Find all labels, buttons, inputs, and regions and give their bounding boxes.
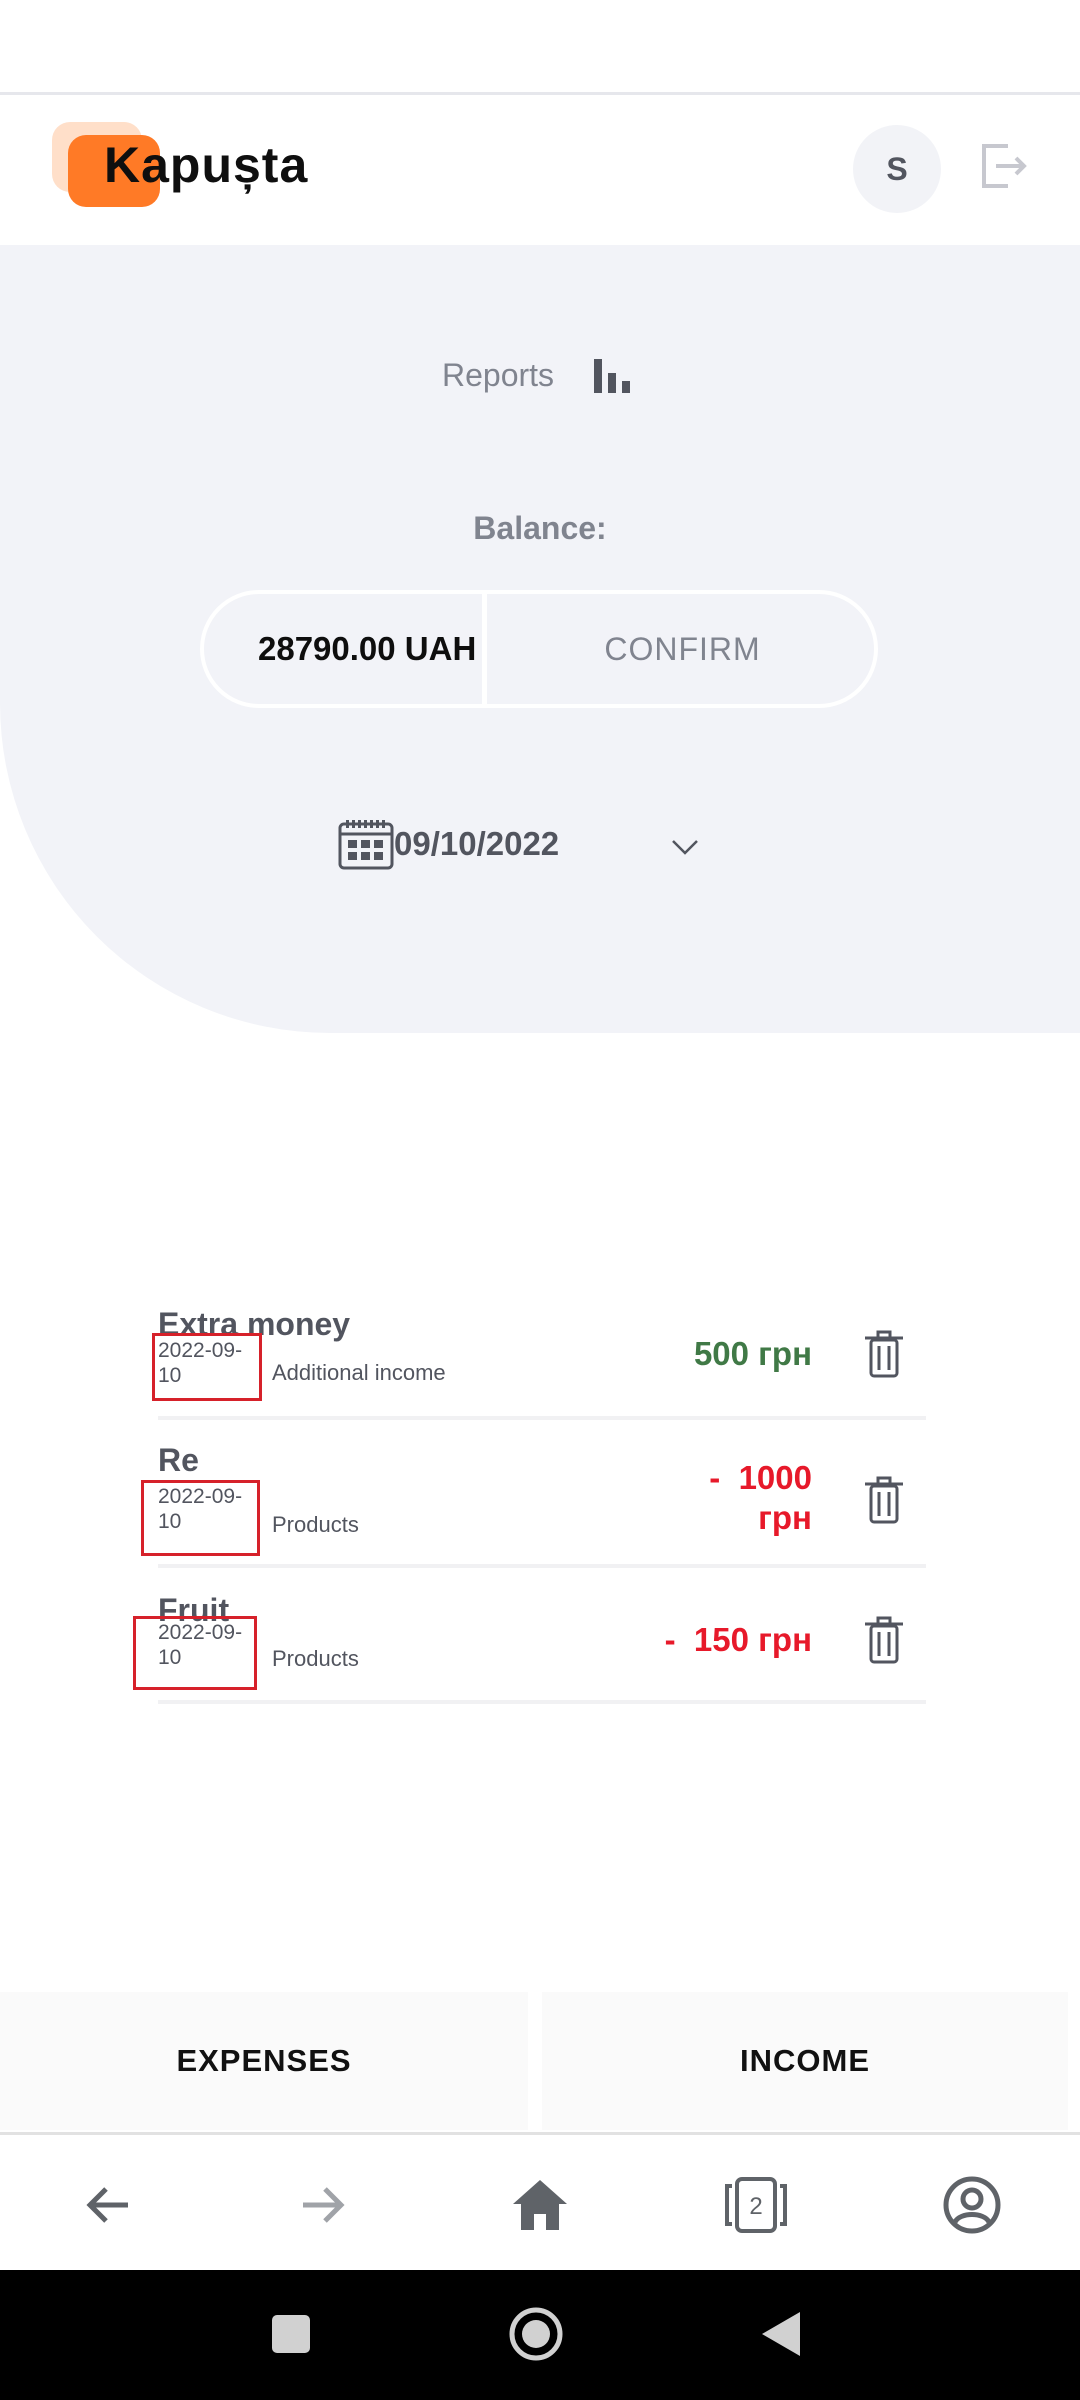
chevron-down-icon[interactable] — [669, 836, 701, 858]
tab-count: 2 — [749, 2193, 762, 2220]
calendar-icon — [338, 820, 394, 870]
transaction-amount: 500 грн — [693, 1335, 812, 1372]
tabs-icon[interactable]: 2 — [721, 2170, 791, 2240]
date-value: 09/10/2022 — [394, 825, 560, 862]
transaction-row: Re 2022-09- 10 Products - 1000 грн — [158, 1436, 926, 1570]
transaction-category: Products — [272, 1646, 359, 1671]
status-bar-area — [0, 0, 1080, 95]
home-circle-icon[interactable] — [508, 2306, 564, 2362]
back-triangle-icon[interactable] — [760, 2310, 802, 2358]
transaction-row: Extra money 2022-09- 10 Additional income… — [158, 1300, 926, 1420]
transaction-amount: - 1000 грн — [709, 1459, 812, 1536]
transaction-row: Fruit 2022-09- 10 Products - 150 грн — [158, 1588, 926, 1708]
balance-input[interactable]: 28790.00 UAH — [200, 590, 482, 708]
trash-icon[interactable] — [862, 1614, 906, 1666]
highlight-box — [152, 1333, 262, 1401]
reports-link[interactable]: Reports — [442, 355, 632, 395]
home-icon[interactable] — [505, 2170, 575, 2240]
trash-icon[interactable] — [862, 1474, 906, 1526]
back-icon[interactable] — [73, 2170, 143, 2240]
transaction-amount: - 150 грн — [664, 1621, 812, 1658]
logo[interactable]: Kapușta — [104, 136, 308, 194]
tab-income[interactable]: INCOME — [542, 1992, 1068, 2130]
transaction-category: Additional income — [272, 1360, 446, 1385]
forward-icon[interactable] — [288, 2170, 358, 2240]
tab-expenses[interactable]: EXPENSES — [0, 1992, 528, 2130]
confirm-button[interactable]: CONFIRM — [487, 590, 878, 708]
recents-icon[interactable] — [270, 2313, 312, 2355]
tabs-border — [0, 2132, 1080, 2135]
bar-chart-icon — [594, 359, 631, 393]
row-divider — [158, 1564, 926, 1568]
avatar[interactable]: S — [853, 125, 941, 213]
date-picker[interactable]: 09/10/2022 — [338, 818, 559, 870]
logout-icon[interactable] — [978, 140, 1030, 192]
reports-label: Reports — [442, 356, 555, 393]
transaction-name: Re — [158, 1442, 199, 1478]
transaction-category: Products — [272, 1512, 359, 1537]
trash-icon[interactable] — [862, 1328, 906, 1380]
highlight-box — [141, 1480, 260, 1556]
balance-label: Balance: — [473, 510, 607, 546]
row-divider — [158, 1700, 926, 1704]
account-icon[interactable] — [937, 2170, 1007, 2240]
highlight-box — [133, 1616, 257, 1690]
row-divider — [158, 1416, 926, 1420]
